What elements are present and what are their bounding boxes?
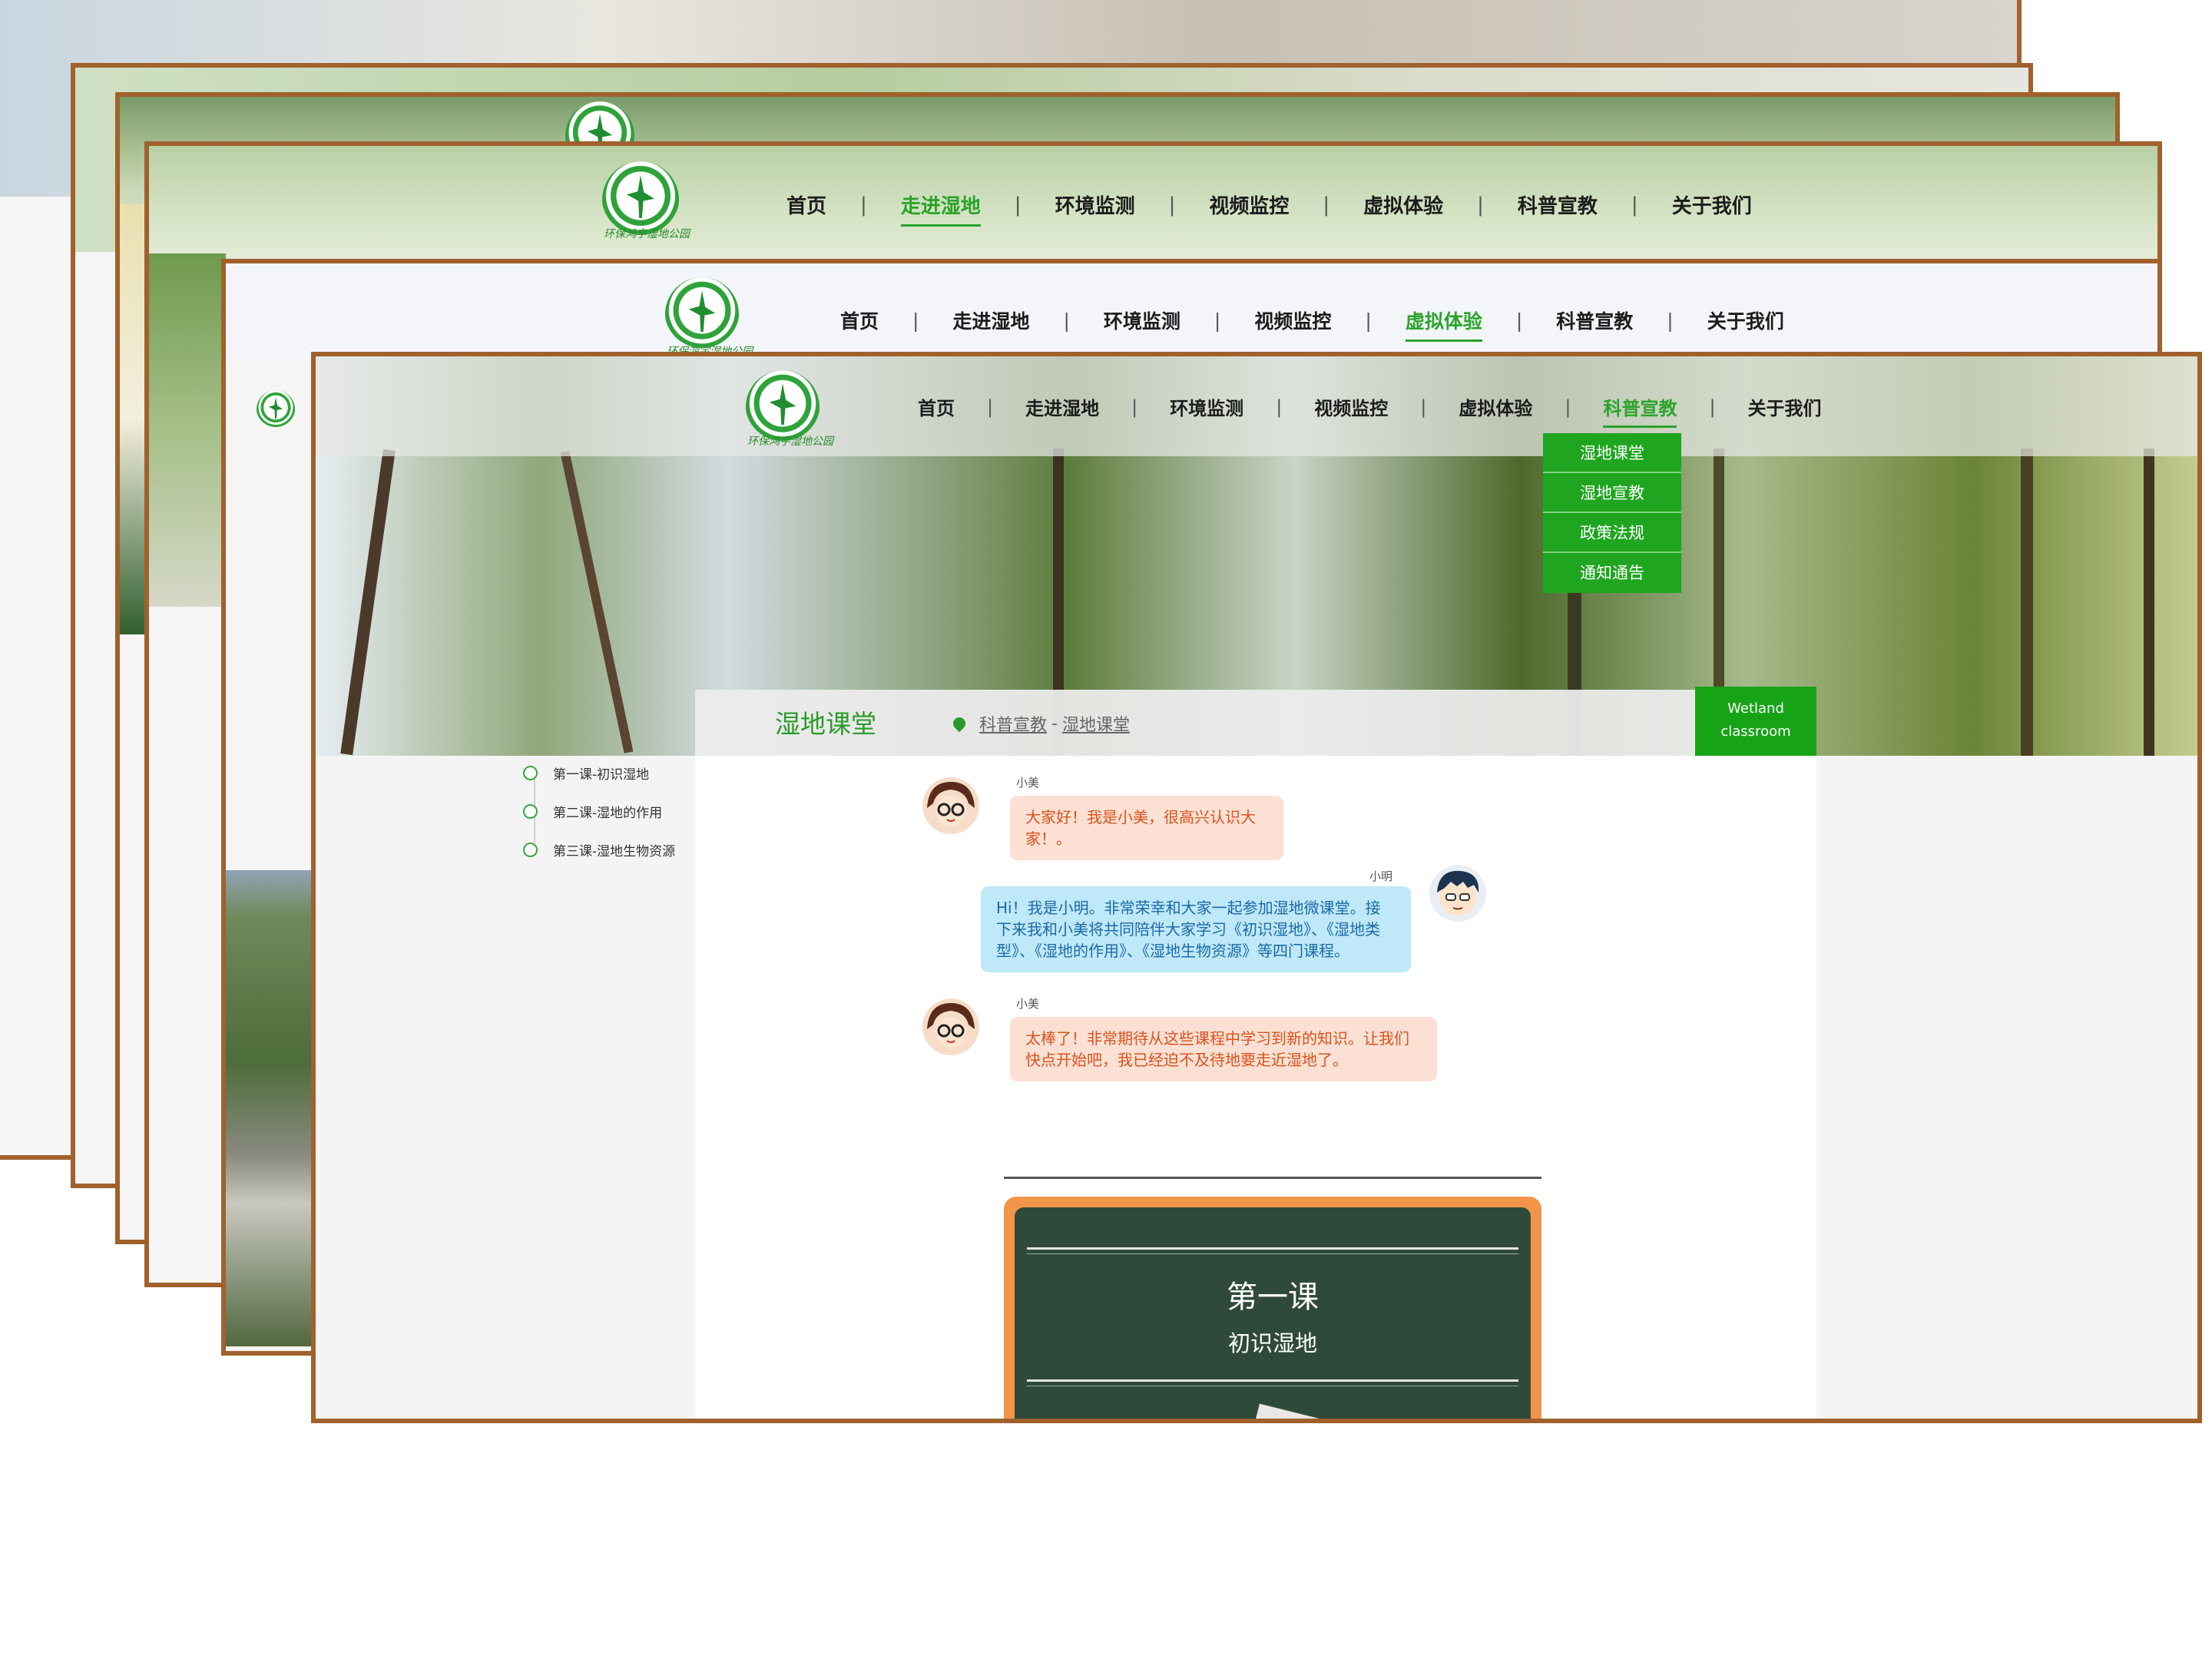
location-pin-icon: [950, 714, 969, 733]
dropdown-item-classroom[interactable]: 湿地课堂: [1543, 433, 1681, 473]
nav-separator: |: [860, 193, 867, 217]
nav-separator: |: [1131, 396, 1138, 418]
nav-home[interactable]: 首页: [786, 190, 826, 219]
bullet-icon: [523, 843, 538, 857]
main-nav: 首页 | 走进湿地 | 环境监测 | 视频监控 | 虚拟体验 | 科普宣教 | …: [786, 190, 1752, 227]
dropdown-item-policy[interactable]: 政策法规: [1543, 513, 1681, 553]
nav-virtual[interactable]: 虚拟体验: [1405, 306, 1482, 342]
crane-icon: [269, 397, 283, 419]
crane-icon: [627, 175, 654, 218]
speaker-name: 小美: [1016, 997, 1040, 1011]
main-nav: 首页 | 走进湿地 | 环境监测 | 视频监控 | 虚拟体验 | 科普宣教 | …: [840, 306, 1784, 342]
nav-separator: |: [1420, 396, 1427, 418]
small-logo: [257, 390, 295, 429]
page-wetland-classroom: 环保鸿宇湿地公园 首页 | 走进湿地 | 环境监测 | 视频监控 | 虚拟体验 …: [311, 352, 2202, 1423]
logo-text: 环保鸿宇湿地公园: [604, 228, 690, 240]
board-line: [1027, 1247, 1518, 1250]
nav-monitoring[interactable]: 环境监测: [1104, 306, 1181, 334]
nav-home[interactable]: 首页: [918, 393, 955, 420]
breadcrumb-separator: -: [1051, 714, 1058, 733]
blackboard: 第一课 初识湿地: [1004, 1197, 1541, 1419]
right-gutter: [1816, 756, 2197, 1419]
nav-separator: |: [1709, 396, 1716, 418]
nav-separator: |: [1565, 396, 1571, 418]
breadcrumb: 科普宣教 - 湿地课堂: [950, 711, 1130, 736]
nav-separator: |: [1276, 396, 1283, 418]
lesson-link-1[interactable]: 第一课-初识湿地: [523, 763, 649, 783]
nav-wetland[interactable]: 走进湿地: [952, 306, 1029, 334]
nav-about[interactable]: 关于我们: [1707, 306, 1784, 334]
blackboard-surface: 第一课 初识湿地: [1015, 1207, 1531, 1419]
nav-separator: |: [1515, 309, 1523, 332]
dropdown-item-education[interactable]: 湿地宣教: [1543, 473, 1681, 513]
nav-education[interactable]: 科普宣教: [1603, 393, 1677, 428]
nav-monitoring[interactable]: 环境监测: [1055, 190, 1135, 219]
nav-separator: |: [1365, 309, 1372, 332]
lesson-label: 第二课-湿地的作用: [553, 806, 663, 821]
nav-video[interactable]: 视频监控: [1209, 190, 1289, 219]
nav-education[interactable]: 科普宣教: [1556, 306, 1633, 334]
nav-video[interactable]: 视频监控: [1254, 306, 1331, 334]
nav-separator: |: [1631, 193, 1638, 217]
chat-bubble: 大家好！我是小美，很高兴认识大家！。: [1010, 796, 1283, 860]
nav-wetland[interactable]: 走进湿地: [1025, 393, 1099, 420]
education-dropdown: 湿地课堂 湿地宣教 政策法规 通知通告: [1543, 433, 1681, 593]
lesson-subtitle: 初识湿地: [1227, 1330, 1317, 1356]
site-logo: [665, 277, 739, 351]
nav-wetland[interactable]: 走进湿地: [900, 190, 981, 227]
bullet-icon: [523, 766, 538, 780]
board-line: [1027, 1253, 1518, 1254]
logo-text: 环保鸿宇湿地公园: [747, 435, 833, 448]
nav-monitoring[interactable]: 环境监测: [1170, 393, 1243, 420]
nav-virtual[interactable]: 虚拟体验: [1363, 190, 1443, 219]
nav-home[interactable]: 首页: [840, 306, 879, 334]
bullet-icon: [523, 804, 538, 819]
nav-separator: |: [1014, 193, 1022, 217]
crane-icon: [688, 290, 716, 333]
girl-avatar: [922, 998, 979, 1055]
lesson-link-3[interactable]: 第三课-湿地生物资源: [523, 840, 675, 859]
lesson-label: 第一课-初识湿地: [553, 767, 650, 783]
dropdown-item-notice[interactable]: 通知通告: [1543, 553, 1681, 593]
paper-sheet-icon: [1248, 1403, 1342, 1419]
nav-separator: |: [1323, 193, 1330, 217]
wetland-classroom-badge: Wetland classroom: [1695, 687, 1816, 756]
badge-line1: Wetland: [1727, 700, 1784, 717]
badge-line2: classroom: [1720, 724, 1791, 740]
nav-separator: |: [1477, 193, 1484, 217]
nav-separator: |: [987, 396, 994, 418]
landscape-photo: [226, 870, 318, 1346]
side-photo: [149, 253, 226, 607]
speaker-name: 小明: [1369, 869, 1393, 883]
breadcrumb-parent[interactable]: 科普宣教: [979, 711, 1047, 736]
nav-virtual[interactable]: 虚拟体验: [1459, 393, 1532, 420]
section-title: 湿地课堂: [775, 709, 876, 739]
girl-avatar: [922, 777, 979, 834]
nav-video[interactable]: 视频监控: [1314, 393, 1388, 420]
lesson-link-2[interactable]: 第二课-湿地的作用: [523, 802, 662, 821]
chat-bubble: Hi！我是小明。非常荣幸和大家一起参加湿地微课堂。接下来我和小美将共同陪伴大家学…: [981, 886, 1411, 972]
board-line: [1027, 1379, 1518, 1382]
lesson-label: 第三课-湿地生物资源: [553, 844, 676, 859]
nav-about[interactable]: 关于我们: [1748, 393, 1822, 420]
crane-icon: [769, 383, 796, 426]
speaker-name: 小美: [1016, 776, 1040, 790]
breadcrumb-current[interactable]: 湿地课堂: [1062, 711, 1130, 736]
nav-separator: |: [1667, 309, 1674, 332]
nav-separator: |: [1214, 309, 1221, 332]
nav-separator: |: [912, 309, 919, 332]
lesson-title: 第一课: [1227, 1280, 1319, 1315]
main-nav: 首页 | 走进湿地 | 环境监测 | 视频监控 | 虚拟体验 | 科普宣教 | …: [918, 393, 1822, 428]
nav-education[interactable]: 科普宣教: [1518, 190, 1598, 219]
nav-separator: |: [1168, 193, 1176, 217]
blackboard-top-rule: [1004, 1177, 1541, 1179]
boy-avatar: [1429, 865, 1486, 922]
nav-separator: |: [1063, 309, 1070, 332]
chat-bubble: 太棒了！非常期待从这些课程中学习到新的知识。让我们快点开始吧，我已经迫不及待地要…: [1010, 1017, 1437, 1081]
nav-about[interactable]: 关于我们: [1672, 190, 1752, 219]
